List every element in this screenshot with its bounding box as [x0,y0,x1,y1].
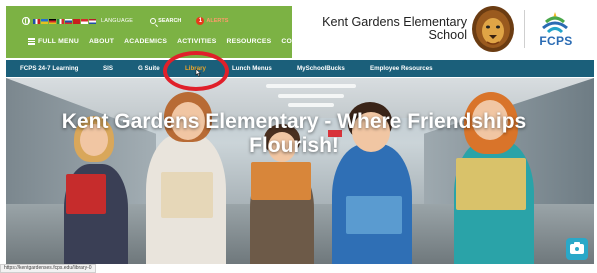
hero-book [346,196,402,234]
search-button[interactable]: SEARCH [150,18,181,24]
school-name[interactable]: Kent Gardens Elementary School [315,16,467,42]
subnav-lunch-menus[interactable]: Lunch Menus [232,60,272,77]
lion-mascot-logo[interactable] [470,4,516,54]
hero-title: Kent Gardens Elementary - Where Friendsh… [24,110,564,158]
flag-icon[interactable] [41,18,48,24]
alerts-button[interactable]: 1 ALERTS [196,17,228,25]
hero-banner [6,78,594,264]
photo-gallery-button[interactable] [566,238,588,260]
globe-icon[interactable] [22,17,30,25]
utility-bar: LANGUAGE SEARCH 1 ALERTS [22,14,228,28]
camera-lens-icon [574,246,580,252]
flag-icon[interactable] [65,18,72,24]
subnav-myschoolbucks[interactable]: MySchoolBucks [297,60,345,77]
alerts-label: ALERTS [206,18,229,24]
subnav-fcps-learning[interactable]: FCPS 24-7 Learning [20,60,78,77]
full-menu-button[interactable]: FULL MENU [28,38,79,45]
full-menu-label: FULL MENU [38,38,79,45]
nav-activities[interactable]: ACTIVITIES [177,38,216,45]
language-label[interactable]: LANGUAGE [101,18,133,24]
fcps-logo-icon[interactable] [540,10,570,34]
hero-book [456,158,526,210]
school-name-line2: School [428,28,467,42]
hero-book [161,172,213,218]
flag-icon[interactable] [89,18,96,24]
hamburger-icon [28,38,35,45]
hero-book [66,174,106,214]
flag-icon[interactable] [49,18,56,24]
flag-icon[interactable] [57,18,64,24]
ceiling-light [278,94,344,98]
subnav-sis[interactable]: SIS [103,60,113,77]
secondary-nav: FCPS 24-7 Learning SIS G Suite Library L… [6,60,594,77]
hero-book [251,162,311,200]
status-bar-url: https://kentgardenses.fcps.edu/library-0 [0,264,96,273]
ceiling-light [288,103,334,107]
page: LANGUAGE SEARCH 1 ALERTS FULL MENU ABOUT… [0,0,597,273]
search-icon [150,18,157,24]
nav-contact[interactable]: CONTACT [281,38,315,45]
ceiling-light [266,84,356,88]
fcps-logo-text[interactable]: FCPS [534,34,578,48]
flag-icon[interactable] [81,18,88,24]
nav-academics[interactable]: ACADEMICS [124,38,167,45]
nav-about[interactable]: ABOUT [89,38,114,45]
main-nav: FULL MENU ABOUT ACADEMICS ACTIVITIES RES… [28,38,315,45]
subnav-g-suite[interactable]: G Suite [138,60,160,77]
language-flags[interactable] [33,18,96,24]
hero-title-line1: Kent Gardens Elementary - Where Friendsh… [61,110,527,133]
nav-resources[interactable]: RESOURCES [226,38,271,45]
mouse-pointer-icon [195,69,201,77]
hero-title-line2: Flourish! [249,134,339,157]
header-divider [524,10,525,48]
alert-count-badge: 1 [196,17,205,25]
search-label: SEARCH [158,18,182,24]
flag-icon[interactable] [73,18,80,24]
flag-icon[interactable] [33,18,40,24]
subnav-employee-resources[interactable]: Employee Resources [370,60,433,77]
